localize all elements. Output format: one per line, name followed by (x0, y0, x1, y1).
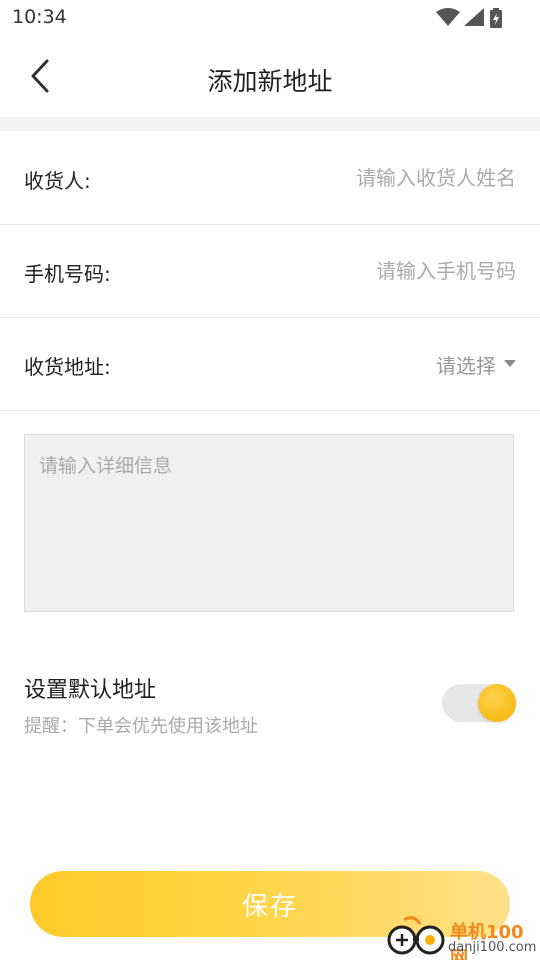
watermark-domain: danji100.com (448, 940, 537, 955)
watermark-glasses-icon (387, 916, 445, 955)
page-title: 添加新地址 (207, 67, 333, 96)
consignee-input[interactable] (196, 160, 516, 196)
header: 添加新地址 (0, 36, 540, 116)
default-address-toggle[interactable] (442, 684, 516, 722)
address-label: 收货地址: (24, 355, 111, 379)
phone-input[interactable] (196, 253, 516, 289)
address-row: 收货地址: 请选择 (0, 318, 540, 411)
phone-label: 手机号码: (24, 262, 111, 286)
battery-icon (490, 8, 502, 28)
watermark-logo: 单机100网 danji100.com (386, 916, 536, 960)
status-time: 10:34 (12, 6, 67, 28)
signal-icon (464, 8, 484, 26)
default-address-title: 设置默认地址 (24, 678, 157, 703)
consignee-label: 收货人: (24, 169, 91, 193)
default-address-hint: 提醒：下单会优先使用该地址 (24, 716, 258, 737)
phone-row: 手机号码: (0, 225, 540, 318)
consignee-row: 收货人: (0, 132, 540, 225)
region-select[interactable]: 请选择 (436, 349, 516, 379)
status-bar: 10:34 (0, 0, 540, 36)
wifi-icon (436, 8, 460, 26)
toggle-knob (478, 684, 516, 722)
add-address-screen: 10:34 添加新地址 收货人: 手机号 (0, 0, 540, 960)
region-select-text: 请选择 (436, 353, 496, 378)
header-divider (0, 117, 540, 131)
caret-down-icon (504, 360, 516, 367)
detail-address-textarea[interactable] (24, 434, 514, 612)
